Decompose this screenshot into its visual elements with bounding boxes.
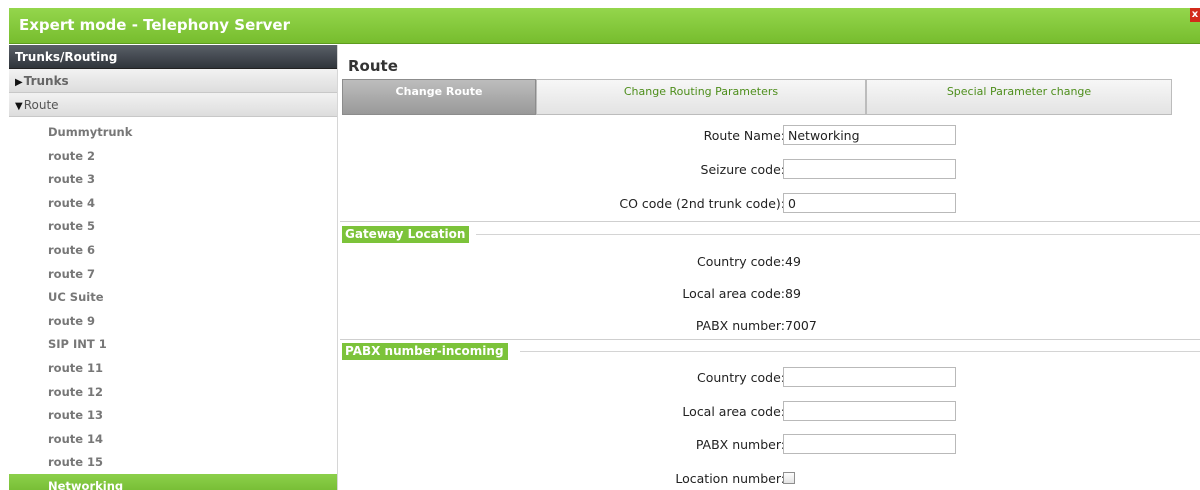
section-rule [476, 234, 1200, 235]
country-code-label: Country code: [697, 254, 785, 269]
section-divider [340, 221, 1200, 222]
triangle-right-icon: ▶ [15, 77, 23, 88]
window-title: Expert mode - Telephony Server [19, 16, 290, 34]
sidebar-item-route-11[interactable]: route 11 [9, 356, 337, 380]
sidebar-item-route-3[interactable]: route 3 [9, 167, 337, 191]
sidebar-item-route-12[interactable]: route 12 [9, 380, 337, 404]
co-code-row: CO code (2nd trunk code): [340, 193, 1200, 215]
location-number-row: Location number: [340, 468, 1200, 490]
sidebar-item-sip-int-1[interactable]: SIP INT 1 [9, 332, 337, 356]
incoming-local-area-code-label: Local area code: [682, 404, 785, 419]
triangle-down-icon: ▼ [15, 101, 23, 112]
sidebar-group-trunks[interactable]: ▶Trunks [9, 69, 337, 93]
sidebar-group-label: Trunks [23, 74, 69, 88]
window-titlebar: Expert mode - Telephony Server x [9, 8, 1200, 44]
section-rule [520, 351, 1200, 352]
sidebar-header: Trunks/Routing [9, 45, 337, 69]
gateway-local-area-code-row: Local area code: 89 [340, 283, 1200, 305]
tab-bar: Change Route Change Routing Parameters S… [342, 79, 1172, 115]
local-area-code-value: 89 [785, 286, 801, 301]
close-icon[interactable]: x [1190, 8, 1200, 22]
sidebar-item-route-4[interactable]: route 4 [9, 191, 337, 215]
incoming-country-code-row: Country code: [340, 367, 1200, 389]
incoming-local-area-code-row: Local area code: [340, 401, 1200, 423]
sidebar-item-dummytrunk[interactable]: Dummytrunk [9, 120, 337, 144]
route-name-row: Route Name: [340, 125, 1200, 147]
sidebar-item-route-14[interactable]: route 14 [9, 427, 337, 451]
co-code-label: CO code (2nd trunk code): [619, 196, 785, 211]
sidebar-item-networking[interactable]: Networking [9, 473, 337, 490]
navigation-sidebar: Trunks/Routing ▶Trunks ▼Route Dummytrunk… [9, 45, 338, 490]
incoming-local-area-code-field[interactable] [783, 401, 956, 421]
seizure-code-label: Seizure code: [700, 162, 785, 177]
sidebar-item-route-15[interactable]: route 15 [9, 450, 337, 474]
incoming-pabx-number-label: PABX number: [695, 437, 785, 452]
gateway-location-section: Gateway Location [340, 226, 1200, 244]
incoming-pabx-number-field[interactable] [783, 434, 956, 454]
pabx-number-label: PABX number: [695, 318, 785, 333]
sidebar-group-route[interactable]: ▼Route [9, 93, 337, 117]
sidebar-item-route-13[interactable]: route 13 [9, 403, 337, 427]
sidebar-item-route-9[interactable]: route 9 [9, 309, 337, 333]
incoming-country-code-field[interactable] [783, 367, 956, 387]
tab-change-route[interactable]: Change Route [342, 79, 536, 115]
local-area-code-label: Local area code: [682, 286, 785, 301]
page-title: Route [348, 57, 398, 75]
country-code-value: 49 [785, 254, 801, 269]
sidebar-item-route-2[interactable]: route 2 [9, 144, 337, 168]
sidebar-group-label: Route [23, 98, 59, 112]
route-list: Dummytrunk route 2 route 3 route 4 route… [9, 117, 337, 490]
route-name-field[interactable] [783, 125, 956, 145]
section-title: PABX number-incoming [342, 343, 508, 360]
incoming-pabx-number-row: PABX number: [340, 434, 1200, 456]
gateway-country-code-row: Country code: 49 [340, 251, 1200, 273]
route-name-label: Route Name: [703, 128, 785, 143]
main-panel: Route Change Route Change Routing Parame… [340, 45, 1200, 490]
section-divider [340, 339, 1200, 340]
location-number-checkbox[interactable] [783, 472, 795, 484]
co-code-field[interactable] [783, 193, 956, 213]
tab-special-parameter-change[interactable]: Special Parameter change [866, 79, 1172, 115]
seizure-code-field[interactable] [783, 159, 956, 179]
gateway-pabx-number-row: PABX number: 7007 [340, 315, 1200, 337]
section-title: Gateway Location [342, 226, 470, 243]
sidebar-item-route-7[interactable]: route 7 [9, 262, 337, 286]
location-number-label: Location number: [675, 471, 785, 486]
incoming-country-code-label: Country code: [697, 370, 785, 385]
sidebar-item-route-6[interactable]: route 6 [9, 238, 337, 262]
pabx-number-value: 7007 [785, 318, 817, 333]
seizure-code-row: Seizure code: [340, 159, 1200, 181]
pabx-incoming-section: PABX number-incoming [340, 343, 1200, 361]
sidebar-item-route-5[interactable]: route 5 [9, 214, 337, 238]
tab-change-routing-parameters[interactable]: Change Routing Parameters [536, 79, 866, 115]
sidebar-item-uc-suite[interactable]: UC Suite [9, 285, 337, 309]
